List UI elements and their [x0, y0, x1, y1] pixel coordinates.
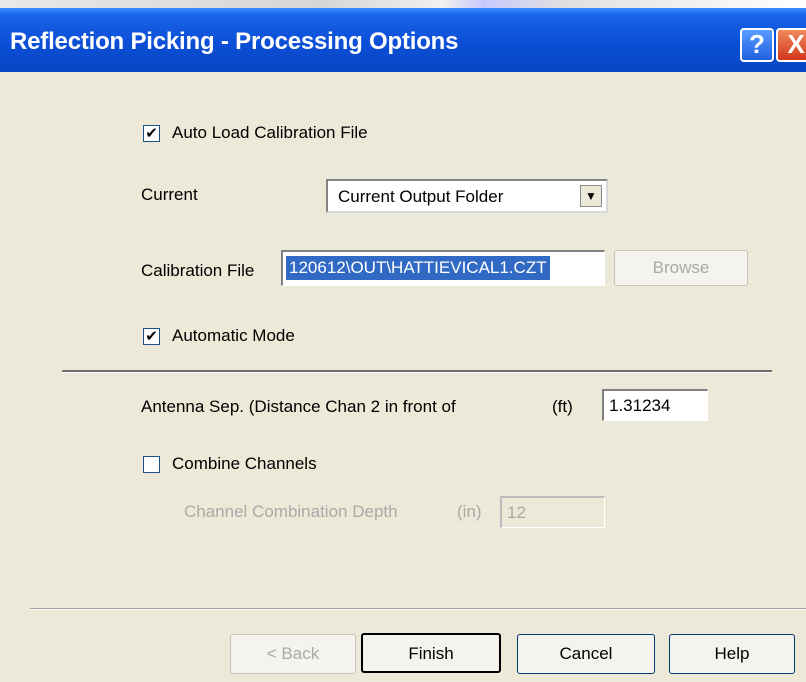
current-folder-dropdown[interactable]: Current Output Folder ▼	[326, 179, 608, 213]
calibration-file-label: Calibration File	[141, 261, 255, 280]
calibration-file-input[interactable]: 120612\OUT\HATTIEVICAL1.CZT	[281, 250, 605, 286]
close-icon[interactable]: X	[776, 28, 806, 62]
depth-input[interactable]: 12	[500, 496, 605, 528]
auto-load-label: Auto Load Calibration File	[172, 123, 368, 142]
back-button[interactable]: < Back	[230, 634, 356, 674]
help-button[interactable]: Help	[669, 634, 795, 674]
auto-load-checkbox[interactable]: ✔	[143, 125, 160, 142]
background-window-strip	[0, 0, 806, 8]
antenna-sep-input[interactable]: 1.31234	[602, 389, 708, 421]
window-title: Reflection Picking - Processing Options	[10, 28, 459, 55]
calibration-file-value: 120612\OUT\HATTIEVICAL1.CZT	[286, 256, 550, 280]
browse-button[interactable]: Browse	[614, 250, 748, 286]
automatic-mode-label: Automatic Mode	[172, 326, 295, 345]
antenna-sep-value: 1.31234	[609, 396, 671, 415]
depth-label: Channel Combination Depth	[184, 502, 398, 521]
help-icon[interactable]: ?	[740, 28, 774, 62]
dropdown-arrow-icon[interactable]: ▼	[580, 185, 602, 207]
button-separator	[30, 608, 806, 610]
combine-channels-checkbox[interactable]	[143, 456, 160, 473]
title-bar[interactable]: Reflection Picking - Processing Options …	[0, 8, 806, 72]
antenna-unit-label: (ft)	[552, 397, 573, 416]
depth-value: 12	[507, 503, 526, 522]
current-folder-value: Current Output Folder	[338, 187, 504, 206]
antenna-sep-label: Antenna Sep. (Distance Chan 2 in front o…	[141, 397, 456, 416]
depth-unit-label: (in)	[457, 502, 482, 521]
current-label: Current	[141, 185, 198, 204]
finish-button[interactable]: Finish	[361, 633, 501, 673]
separator	[62, 370, 772, 373]
automatic-mode-checkbox[interactable]: ✔	[143, 328, 160, 345]
cancel-button[interactable]: Cancel	[517, 634, 655, 674]
combine-channels-label: Combine Channels	[172, 454, 317, 473]
